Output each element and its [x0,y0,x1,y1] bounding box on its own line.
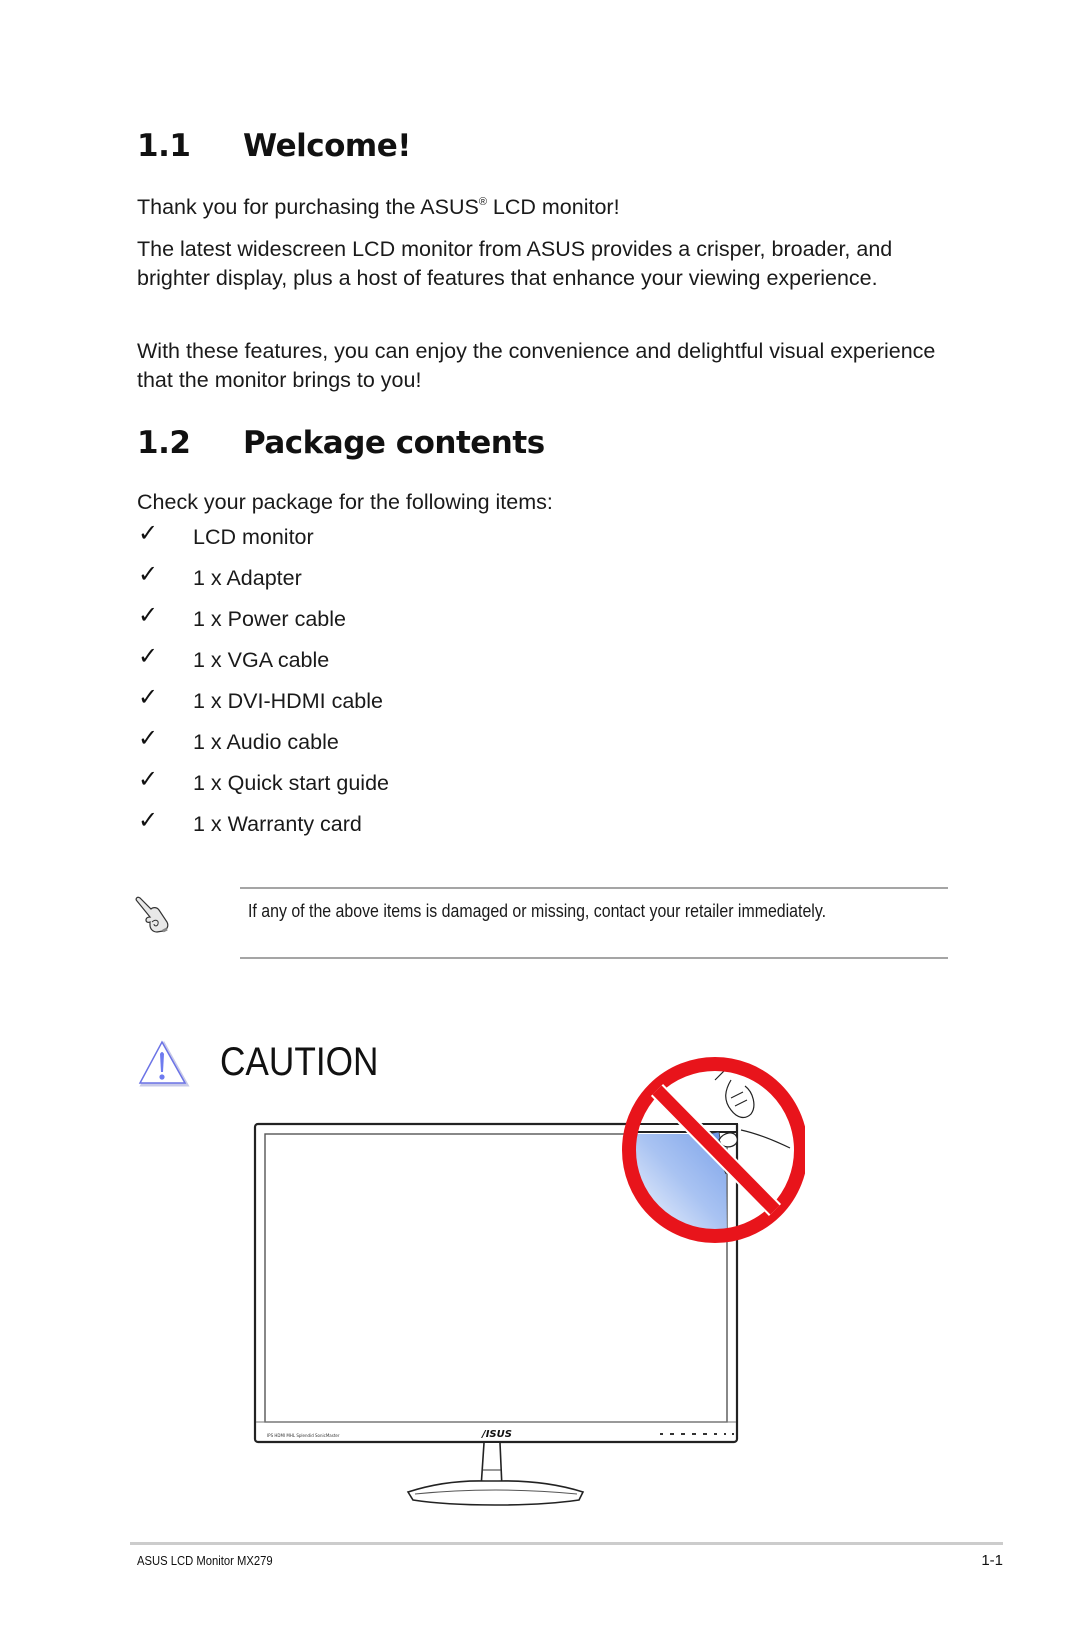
package-item: 1 x Warranty card [193,812,362,836]
package-intro: Check your package for the following ite… [137,490,553,514]
welcome-intro-paragraph: Thank you for purchasing the ASUS® LCD m… [137,188,957,222]
pointing-hand-icon [133,895,171,935]
package-item: 1 x Quick start guide [193,771,389,795]
package-item: 1 x Adapter [193,566,302,590]
note-text: If any of the above items is damaged or … [248,900,827,921]
checkmark-icon: ✓ [138,765,159,793]
checkmark-icon: ✓ [138,806,159,834]
section-title: Welcome! [243,128,411,164]
monitor-logo: /ISUS [481,1429,512,1440]
intro-text: Thank you for purchasing the ASUS [137,195,479,219]
checkmark-icon: ✓ [138,724,159,752]
section-heading-package-contents: 1.2 Package contents [137,425,545,461]
checkmark-icon: ✓ [138,560,159,588]
note-top-rule [240,887,948,889]
package-item: 1 x DVI-HDMI cable [193,689,383,713]
checkmark-icon: ✓ [138,642,159,670]
checkmark-icon: ✓ [138,601,159,629]
section-number: 1.2 [137,425,191,461]
package-item: 1 x VGA cable [193,648,330,672]
monitor-film-illustration: /ISUS IPS HDMI MHL Splendid SonicMaster [245,1040,808,1510]
footer-rule [130,1542,1003,1545]
section-number: 1.1 [137,128,191,164]
section-heading-welcome: 1.1 Welcome! [137,128,411,164]
package-item: 1 x Audio cable [193,730,339,754]
registered-mark: ® [478,196,487,208]
page-number: 1-1 [981,1552,1003,1569]
section-title: Package contents [243,425,545,461]
package-item: LCD monitor [193,525,314,549]
welcome-paragraph-features: The latest widescreen LCD monitor from A… [137,237,893,290]
intro-text-end: LCD monitor! [486,195,620,219]
footer-product-name: ASUS LCD Monitor MX279 [137,1554,273,1568]
welcome-paragraph-enjoy: With these features, you can enjoy the c… [137,339,936,392]
warning-triangle-icon [138,1040,192,1088]
checkmark-icon: ✓ [138,519,159,547]
checkmark-icon: ✓ [138,683,159,711]
svg-text:IPS HDMI MHL Splendid Sonic: IPS HDMI MHL Splendid SonicMaster [267,1433,340,1438]
package-item: 1 x Power cable [193,607,346,631]
note-bottom-rule [240,957,948,959]
